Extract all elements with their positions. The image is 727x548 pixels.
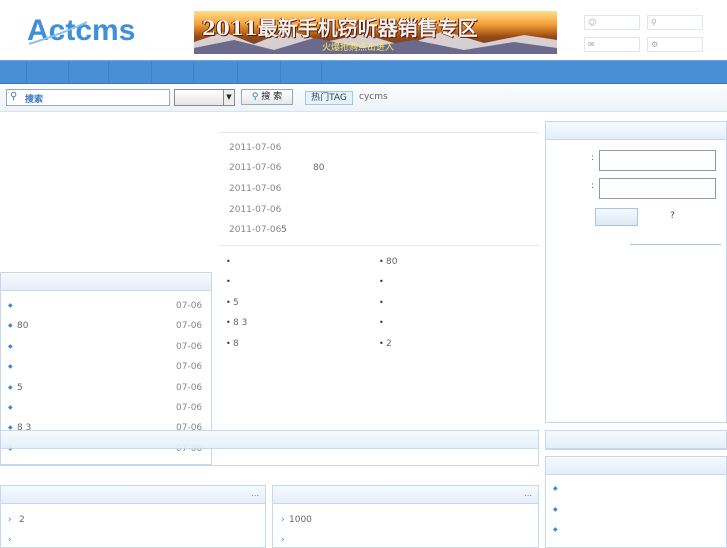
forgot-password-link[interactable]: ?: [670, 211, 675, 221]
list-bullet-icon: ◆: [553, 485, 558, 492]
banner-title: 2011最新手机窃听器销售专区: [202, 16, 478, 40]
header: Actcms 2011最新手机窃听器销售专区 火爆抢购点击进入 ☺ ⚲ ✉ ⚙: [0, 0, 727, 60]
more-link[interactable]: ...: [251, 489, 259, 498]
nav-item-2[interactable]: [27, 61, 69, 83]
bottom-mid-panel: ...: [272, 485, 539, 548]
list-date: 07-06: [176, 403, 203, 413]
username-label: :: [591, 153, 595, 163]
gear-icon: ⚙: [651, 40, 659, 49]
chevron-right-icon: ›: [8, 535, 12, 545]
list-bullet: •: [226, 318, 231, 327]
banner-ad[interactable]: 2011最新手机窃听器销售专区 火爆抢购点击进入: [194, 11, 557, 54]
list-bullet-icon: ◆: [8, 343, 13, 350]
news-title[interactable]: 5: [281, 225, 287, 235]
list-bullet-icon: ◆: [8, 363, 13, 370]
panel-header: ...: [273, 486, 538, 504]
news-date: 2011-07-06: [229, 184, 282, 194]
news-date: 2011-07-06: [229, 205, 282, 215]
list-bullet: •: [379, 339, 384, 348]
list-item[interactable]: 8 3: [233, 318, 247, 328]
list-date: 07-06: [176, 321, 203, 331]
category-select[interactable]: ▼: [174, 89, 235, 106]
password-label: :: [591, 181, 595, 191]
chevron-right-icon: ›: [281, 515, 285, 525]
list-bullet-icon: ◆: [8, 384, 13, 391]
search-button[interactable]: ⚲ 搜 索: [241, 89, 293, 105]
search-icon: ⚲: [651, 18, 657, 27]
nav-item-4[interactable]: [109, 61, 152, 83]
search-input[interactable]: ⚲ 搜索: [6, 89, 170, 106]
nav-item-8[interactable]: [281, 61, 322, 83]
hot-tag-link[interactable]: cycms: [359, 92, 388, 102]
hot-tag-button[interactable]: 热门TAG: [305, 91, 353, 105]
main-nav: [0, 60, 727, 84]
panel-header: [546, 457, 726, 475]
right-small-panel: [545, 430, 727, 450]
list-date: 07-06: [176, 342, 203, 352]
list-bullet: •: [379, 298, 384, 307]
news-title[interactable]: 80: [313, 163, 324, 173]
mail-box[interactable]: ✉: [584, 37, 640, 52]
news-date: 2011-07-06: [229, 163, 282, 173]
password-field[interactable]: [599, 178, 716, 199]
site-logo[interactable]: Actcms: [27, 10, 152, 50]
login-button[interactable]: [595, 208, 638, 226]
panel-header: [1, 431, 538, 449]
list-bullet: •: [226, 298, 231, 307]
list-date: 07-06: [176, 383, 203, 393]
list-bullet: •: [379, 318, 384, 327]
nav-item-1[interactable]: [0, 61, 27, 83]
user-icon: ☺: [588, 18, 597, 27]
panel-header: [1, 273, 211, 291]
list-item[interactable]: 5: [233, 298, 239, 308]
panel-header: ...: [1, 486, 265, 504]
search-icon: ⚲: [251, 92, 259, 102]
nav-item-5[interactable]: [152, 61, 194, 83]
chevron-down-icon[interactable]: ▼: [223, 90, 234, 105]
list-bullet: •: [226, 277, 231, 286]
wide-panel: [0, 430, 539, 466]
list-item[interactable]: 2: [386, 339, 392, 349]
nav-item-7[interactable]: [238, 61, 281, 83]
news-date: 2011-07-06: [229, 143, 282, 153]
mail-icon: ✉: [588, 40, 595, 49]
list-bullet: •: [226, 257, 231, 266]
svg-text:Actcms: Actcms: [27, 14, 135, 47]
settings-box[interactable]: ⚙: [647, 37, 703, 52]
list-date: 07-06: [176, 362, 203, 372]
news-date: 2011-07-06: [229, 225, 282, 235]
divider: [630, 244, 721, 245]
list-bullet-icon: ◆: [8, 404, 13, 411]
bottom-left-panel: ...: [0, 485, 266, 548]
list-item[interactable]: 2: [19, 515, 25, 525]
list-item[interactable]: 1000: [289, 515, 312, 525]
panel-header: [546, 431, 726, 449]
list-date: 07-06: [176, 301, 203, 311]
list-bullet: •: [226, 339, 231, 348]
list-item[interactable]: 80: [386, 257, 397, 267]
list-bullet-icon: ◆: [553, 526, 558, 533]
banner-subtitle: 火爆抢购点击进入: [322, 43, 395, 53]
username-field[interactable]: [599, 150, 716, 171]
list-bullet: •: [379, 277, 384, 286]
chevron-right-icon: ›: [8, 515, 12, 525]
divider: [219, 132, 539, 133]
list-item[interactable]: 5: [17, 383, 23, 393]
more-link[interactable]: ...: [524, 489, 532, 498]
panel-header: [546, 122, 726, 140]
right-bottom-panel: [545, 456, 727, 548]
nav-item-3[interactable]: [69, 61, 109, 83]
list-bullet-icon: ◆: [553, 506, 558, 513]
divider: [219, 245, 539, 246]
list-item[interactable]: 80: [17, 321, 28, 331]
chevron-right-icon: ›: [281, 535, 285, 545]
nav-item-6[interactable]: [194, 61, 238, 83]
list-bullet: •: [379, 257, 384, 266]
user-box[interactable]: ☺: [584, 15, 640, 30]
search-box-small[interactable]: ⚲: [647, 15, 703, 30]
list-bullet-icon: ◆: [8, 302, 13, 309]
search-icon: ⚲: [10, 91, 18, 102]
list-item[interactable]: 8: [233, 339, 239, 349]
list-bullet-icon: ◆: [8, 322, 13, 329]
